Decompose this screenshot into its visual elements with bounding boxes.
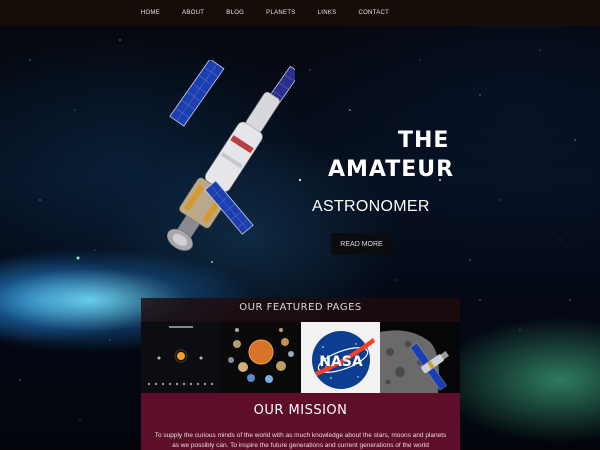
read-more-button[interactable]: READ MORE [331, 233, 392, 255]
nav-contact[interactable]: CONTACT [347, 10, 400, 16]
nav-planets[interactable]: PLANETS [255, 10, 306, 16]
nav-links[interactable]: LINKS [307, 10, 348, 16]
hero-subtitle: ASTRONOMER [312, 198, 430, 215]
featured-title: OUR FEATURED PAGES [239, 302, 362, 313]
mission-title: OUR MISSION [253, 403, 348, 418]
thumb-spacecraft[interactable] [380, 322, 460, 393]
nasa-logo: NASA [300, 322, 381, 393]
thumb-nasa[interactable]: NASA [300, 322, 381, 393]
spacecraft-over-moon-image [380, 322, 460, 393]
thumb-solar-system[interactable] [141, 322, 221, 393]
mission-text: To supply the curious minds of the world… [154, 432, 447, 449]
mission-section: OUR MISSION To supply the curious minds … [141, 393, 460, 450]
space-station-image [166, 60, 295, 251]
planets-lineup-image [220, 322, 301, 393]
featured-pages-section: OUR FEATURED PAGES NASA [141, 298, 460, 393]
nav-about[interactable]: ABOUT [171, 10, 215, 16]
hero-title-the: THE [398, 128, 450, 153]
thumb-planets[interactable] [220, 322, 301, 393]
nav-home[interactable]: HOME [130, 10, 171, 16]
featured-thumbnails: NASA [141, 322, 460, 393]
nav-blog[interactable]: BLOG [215, 10, 255, 16]
nasa-logo-text: NASA [319, 354, 363, 370]
solar-system-diagram-image [141, 322, 221, 393]
hero-title-amateur: AMATEUR [328, 157, 455, 182]
top-nav: HOME ABOUT BLOG PLANETS LINKS CONTACT [0, 0, 600, 26]
